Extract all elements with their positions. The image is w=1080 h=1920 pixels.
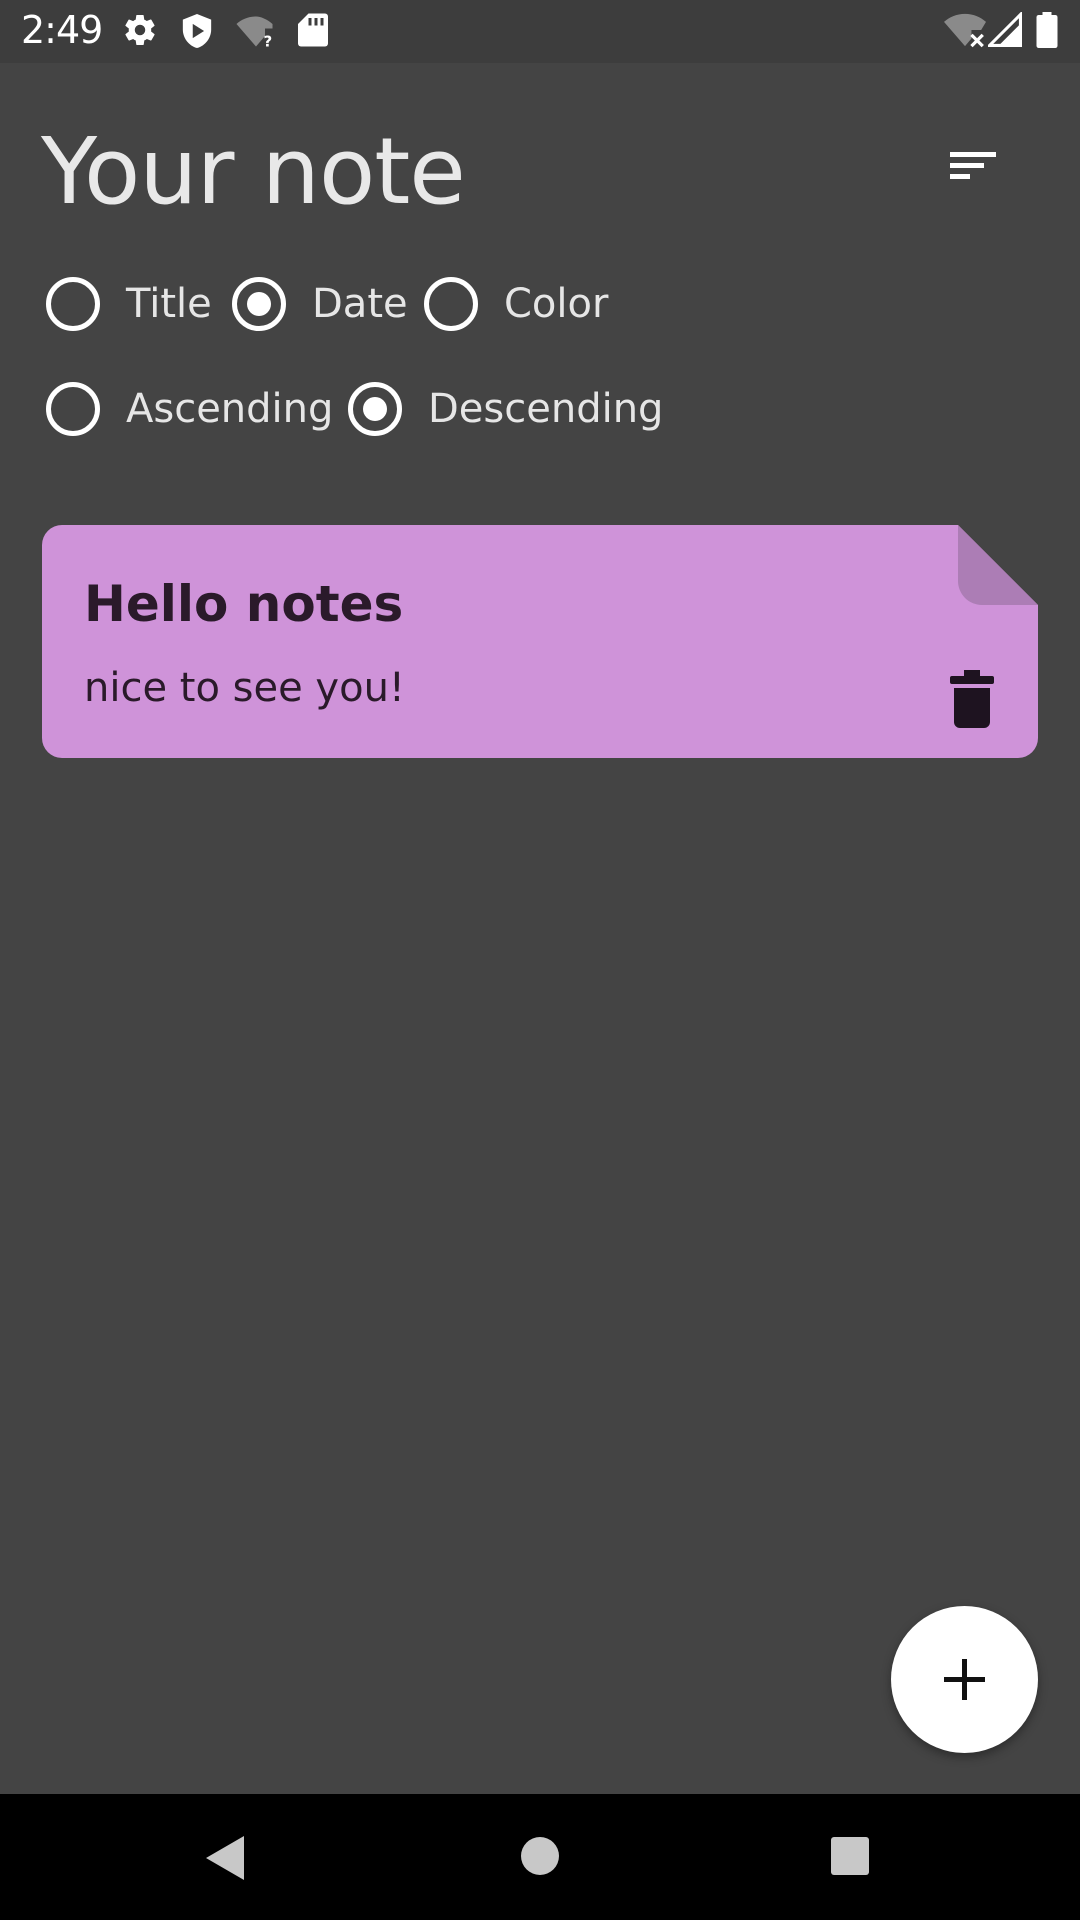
radio-ascending-circle[interactable] xyxy=(46,382,100,436)
radio-descending-label: Descending xyxy=(428,386,664,432)
wifi-off-icon xyxy=(944,13,986,48)
sort-button[interactable] xyxy=(946,140,1006,190)
svg-text:?: ? xyxy=(264,33,273,49)
radio-date-label: Date xyxy=(312,281,408,327)
radio-title-circle[interactable] xyxy=(46,277,100,331)
delete-note-button[interactable] xyxy=(948,670,996,728)
note-card-background xyxy=(42,525,1038,758)
battery-icon xyxy=(1036,12,1058,48)
trash-icon xyxy=(950,670,994,728)
note-title: Hello notes xyxy=(84,575,404,633)
radio-color-label: Color xyxy=(504,281,609,327)
shield-icon xyxy=(182,14,212,48)
signal-icon xyxy=(988,12,1022,47)
navigation-bar xyxy=(0,1794,1080,1920)
sort-icon xyxy=(950,152,996,179)
radio-date[interactable]: Date xyxy=(232,277,408,331)
add-note-button[interactable] xyxy=(891,1606,1038,1753)
note-card[interactable]: Hello notes nice to see you! xyxy=(42,525,1038,758)
radio-title-label: Title xyxy=(126,281,212,327)
settings-icon xyxy=(125,15,155,46)
note-content: nice to see you! xyxy=(84,665,405,711)
radio-descending-circle[interactable] xyxy=(348,382,402,436)
wifi-question-icon: ? xyxy=(236,16,273,49)
radio-date-circle[interactable] xyxy=(232,277,286,331)
status-bar: 2:49 ? xyxy=(0,0,1080,63)
page-title: Your note xyxy=(41,118,466,225)
recents-icon[interactable] xyxy=(830,1836,870,1876)
radio-descending[interactable]: Descending xyxy=(348,382,663,436)
home-icon[interactable] xyxy=(520,1836,560,1876)
plus-icon xyxy=(944,1659,985,1700)
radio-title[interactable]: Title xyxy=(46,277,212,331)
back-icon[interactable] xyxy=(204,1834,248,1882)
sd-card-icon xyxy=(298,13,328,47)
radio-color-circle[interactable] xyxy=(424,277,478,331)
radio-ascending[interactable]: Ascending xyxy=(46,382,333,436)
radio-ascending-label: Ascending xyxy=(126,386,334,432)
radio-color[interactable]: Color xyxy=(424,277,608,331)
status-time: 2:49 xyxy=(21,8,103,52)
